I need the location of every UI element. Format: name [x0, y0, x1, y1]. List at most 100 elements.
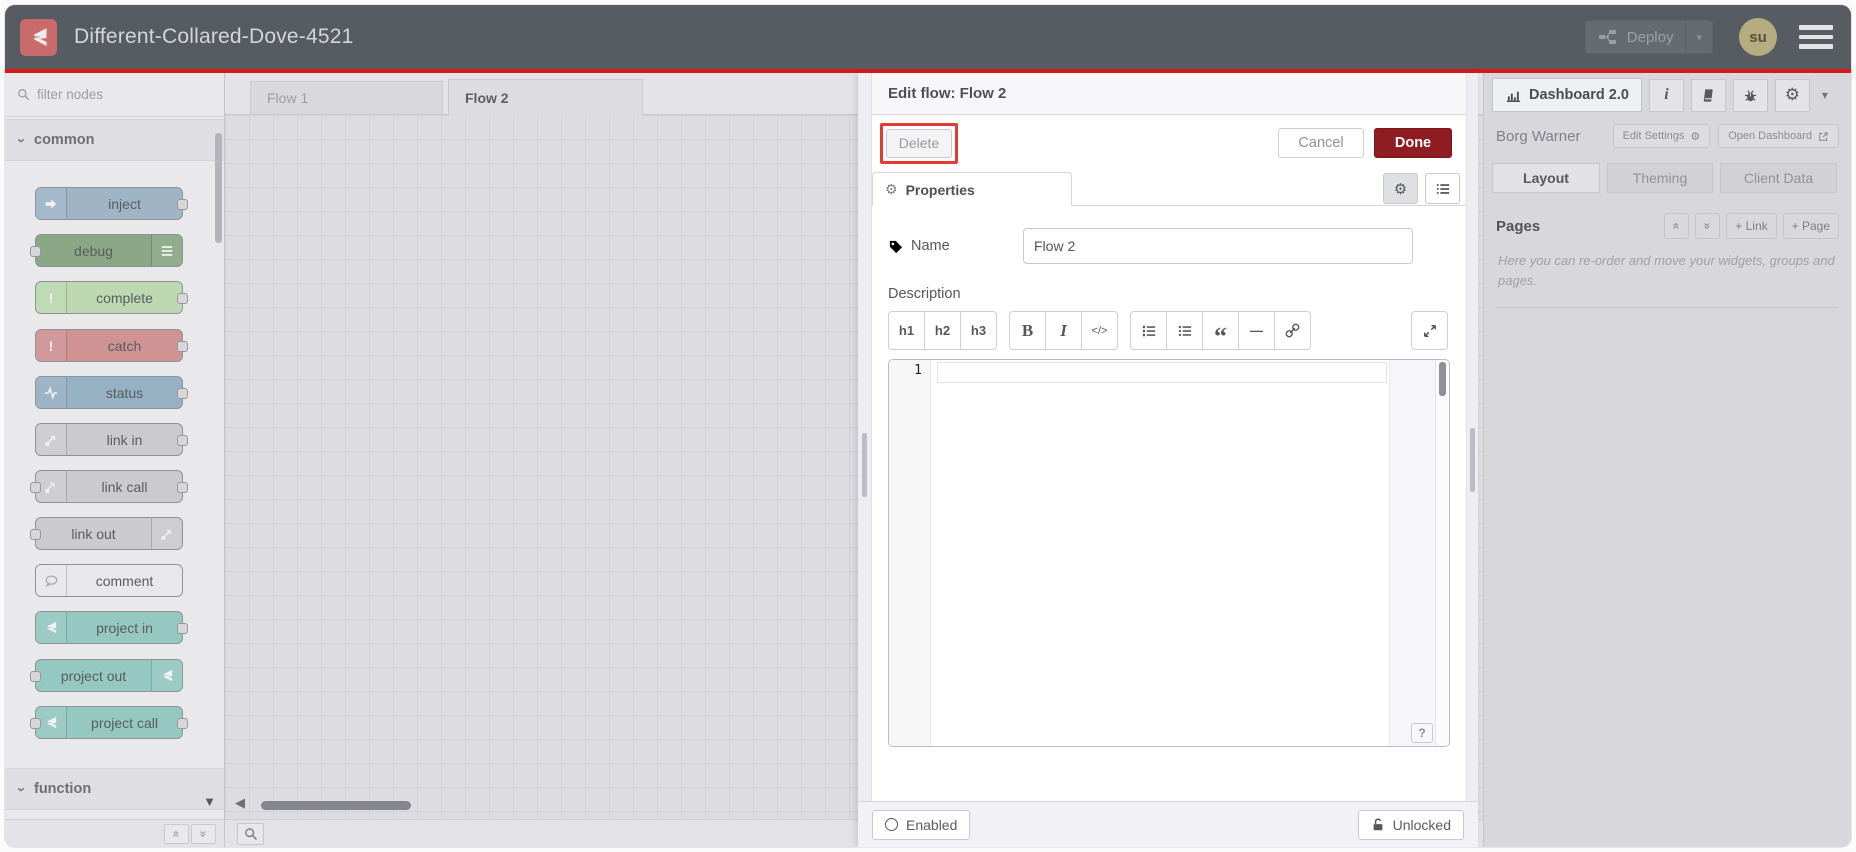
output-port: [177, 199, 188, 210]
description-label: Description: [888, 286, 961, 302]
palette-category-common[interactable]: › common: [5, 119, 224, 161]
unordered-list-button[interactable]: [1166, 311, 1203, 350]
open-dashboard-button[interactable]: Open Dashboard: [1718, 124, 1839, 148]
italic-button[interactable]: I: [1045, 311, 1082, 350]
tab-flow-2[interactable]: Flow 2: [448, 79, 643, 116]
deploy-label: Deploy: [1626, 28, 1674, 46]
chain-link-icon: [1285, 323, 1300, 338]
tab-client-data[interactable]: Client Data: [1720, 163, 1837, 193]
radio-circle-icon: [885, 818, 898, 831]
move-up-button[interactable]: «: [1664, 213, 1690, 239]
chevron-down-icon: ›: [13, 786, 30, 792]
palette-node-inject[interactable]: inject: [35, 187, 188, 220]
palette-node-link-in[interactable]: link in: [35, 423, 188, 456]
delete-button[interactable]: Delete: [886, 128, 952, 158]
output-port: [177, 718, 188, 729]
tab-dashboard-2[interactable]: Dashboard 2.0: [1492, 78, 1642, 112]
main-menu-icon[interactable]: [1799, 25, 1833, 49]
input-port: [30, 529, 41, 540]
tray-left-scrollbar[interactable]: [858, 73, 872, 801]
palette-node-catch[interactable]: ! catch: [35, 329, 188, 362]
flow-name-input[interactable]: [1023, 228, 1413, 264]
dashboard-project-name: Borg Warner: [1496, 127, 1581, 145]
input-port: [30, 718, 41, 729]
sidebar-tab-bar: Dashboard 2.0 i ⚙ ▾: [1484, 73, 1851, 117]
bug-icon: [1744, 89, 1757, 101]
link-button[interactable]: [1274, 311, 1311, 350]
bold-button[interactable]: B: [1009, 311, 1046, 350]
palette-node-complete[interactable]: ! complete: [35, 281, 188, 314]
deploy-icon: [1598, 30, 1616, 44]
gear-icon: ⚙: [1690, 130, 1701, 143]
palette-node-project-in[interactable]: project in: [35, 611, 188, 644]
palette-filter-input[interactable]: filter nodes: [5, 73, 224, 117]
output-port: [177, 293, 188, 304]
scroll-left-icon[interactable]: ◀: [235, 795, 245, 811]
palette-node-project-call[interactable]: project call: [30, 706, 188, 739]
output-port: [177, 388, 188, 399]
add-page-button[interactable]: + Page: [1782, 213, 1839, 239]
divider: [1496, 307, 1839, 309]
sidebar-menu-caret[interactable]: ▾: [1822, 88, 1828, 102]
palette-node-project-out[interactable]: project out: [30, 659, 183, 692]
deploy-options-caret[interactable]: ▾: [1685, 21, 1712, 53]
input-port: [30, 246, 41, 257]
heading1-button[interactable]: h1: [888, 311, 925, 350]
heading3-button[interactable]: h3: [960, 311, 997, 350]
blockquote-button[interactable]: “: [1202, 311, 1239, 350]
palette-filter-placeholder: filter nodes: [37, 87, 104, 102]
info-tab-button[interactable]: i: [1648, 78, 1684, 112]
tab-properties[interactable]: ⚙ Properties: [872, 172, 1072, 206]
output-port: [177, 435, 188, 446]
palette-category-function[interactable]: › function: [5, 768, 224, 810]
edit-flow-tray: Edit flow: Flow 2 Delete Cancel Done ⚙ P…: [858, 73, 1478, 847]
tab-flow-1[interactable]: Flow 1: [250, 81, 443, 114]
gear-icon: ⚙: [885, 181, 898, 197]
palette-node-link-call[interactable]: link call: [30, 470, 188, 503]
palette-scroll-more-icon[interactable]: ▼: [203, 794, 216, 809]
edit-settings-button[interactable]: Edit Settings ⚙: [1612, 124, 1711, 148]
move-down-button[interactable]: »: [1695, 213, 1721, 239]
palette-expand-all-button[interactable]: »: [191, 823, 216, 844]
user-avatar[interactable]: su: [1739, 18, 1777, 56]
palette-node-link-out[interactable]: link out: [30, 517, 183, 550]
done-button[interactable]: Done: [1374, 128, 1452, 158]
chevron-down-icon: ›: [13, 137, 30, 143]
horizontal-scrollbar[interactable]: [261, 801, 411, 810]
code-button[interactable]: </>: [1081, 311, 1118, 350]
unordered-list-icon: [1178, 325, 1191, 336]
add-link-button[interactable]: + Link: [1726, 213, 1777, 239]
project-icon: [151, 660, 182, 691]
palette-node-status[interactable]: status: [35, 376, 188, 409]
input-port: [30, 671, 41, 682]
description-editor[interactable]: 1 ?: [888, 359, 1450, 747]
info-icon: i: [1664, 86, 1669, 103]
tray-right-scrollbar[interactable]: [1466, 73, 1478, 801]
palette-node-debug[interactable]: debug: [30, 234, 183, 267]
edit-properties-view-button[interactable]: ⚙: [1383, 173, 1418, 204]
debug-tab-button[interactable]: [1732, 78, 1768, 112]
list-icon: [1436, 183, 1449, 194]
editor-line-number: 1: [914, 363, 922, 378]
cancel-button[interactable]: Cancel: [1278, 128, 1364, 158]
tab-layout[interactable]: Layout: [1492, 163, 1600, 193]
palette-node-comment[interactable]: comment: [35, 564, 183, 597]
help-book-button[interactable]: [1690, 78, 1726, 112]
editor-help-button[interactable]: ?: [1411, 723, 1433, 743]
debug-list-icon: [151, 235, 182, 266]
heading2-button[interactable]: h2: [924, 311, 961, 350]
flow-enabled-toggle[interactable]: Enabled: [872, 809, 971, 840]
exclamation-icon: !: [36, 282, 67, 313]
settings-tab-button[interactable]: ⚙: [1774, 78, 1810, 112]
ordered-list-button[interactable]: [1130, 311, 1167, 350]
palette-collapse-all-button[interactable]: «: [164, 823, 189, 844]
editor-scrollbar[interactable]: [1435, 360, 1449, 746]
horizontal-rule-button[interactable]: —: [1238, 311, 1275, 350]
deploy-button[interactable]: Deploy ▾: [1584, 20, 1713, 54]
expand-editor-button[interactable]: [1411, 311, 1448, 350]
tab-theming[interactable]: Theming: [1607, 163, 1713, 193]
palette-scrollbar[interactable]: [215, 133, 222, 243]
flow-lock-toggle[interactable]: Unlocked: [1357, 809, 1464, 840]
env-vars-view-button[interactable]: [1425, 173, 1460, 204]
zoom-search-button[interactable]: [237, 822, 264, 845]
